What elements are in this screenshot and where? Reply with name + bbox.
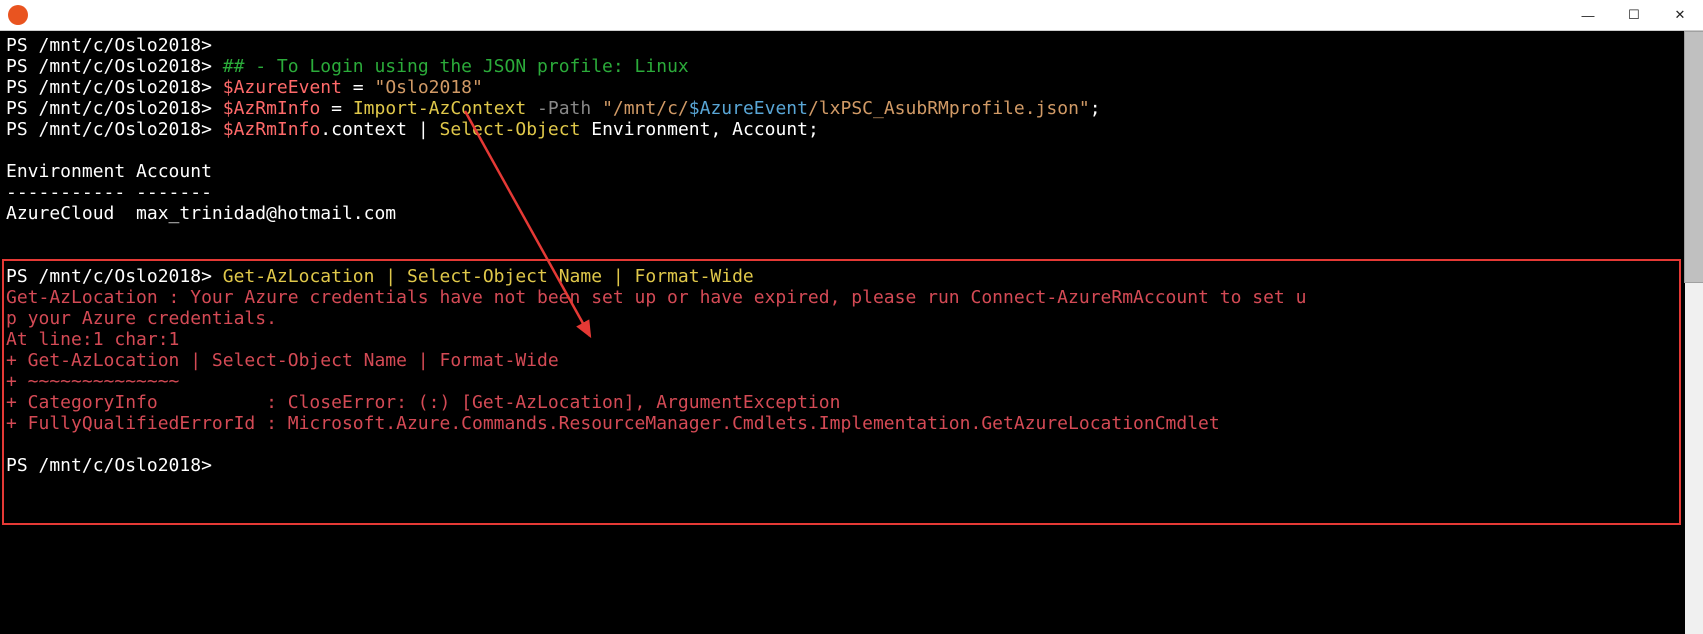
terminal-window: — ☐ ✕ PS /mnt/c/Oslo2018> PS /mnt/c/Oslo…: [0, 0, 1703, 634]
pipe: |: [418, 119, 429, 140]
variable: $AzRmInfo: [223, 119, 321, 140]
scrollbar-thumb[interactable]: [1684, 31, 1703, 283]
terminal-body[interactable]: PS /mnt/c/Oslo2018> PS /mnt/c/Oslo2018> …: [0, 31, 1703, 634]
prompt: PS /mnt/c/Oslo2018>: [6, 266, 212, 287]
variable: $AzureEvent: [223, 77, 342, 98]
table-header: Environment Account: [6, 161, 212, 182]
string: /lxPSC_AsubRMprofile.json": [808, 98, 1090, 119]
comment: ## - To Login using the JSON profile: Li…: [223, 56, 689, 77]
args: Environment, Account;: [591, 119, 819, 140]
maximize-button[interactable]: ☐: [1611, 0, 1657, 30]
terminal-output: PS /mnt/c/Oslo2018> PS /mnt/c/Oslo2018> …: [0, 31, 1703, 480]
table-row: AzureCloud max_trinidad@hotmail.com: [6, 203, 396, 224]
error-line: + CategoryInfo : CloseError: (:) [Get-Az…: [6, 392, 840, 413]
text: .context: [320, 119, 418, 140]
close-button[interactable]: ✕: [1657, 0, 1703, 30]
error-line: + FullyQualifiedErrorId : Microsoft.Azur…: [6, 413, 1220, 434]
error-line: + Get-AzLocation | Select-Object Name | …: [6, 350, 559, 371]
error-line: Get-AzLocation : Your Azure credentials …: [6, 287, 1306, 308]
string: "Oslo2018": [374, 77, 482, 98]
error-line: At line:1 char:1: [6, 329, 179, 350]
prompt: PS /mnt/c/Oslo2018>: [6, 77, 212, 98]
prompt: PS /mnt/c/Oslo2018>: [6, 455, 212, 476]
prompt: PS /mnt/c/Oslo2018>: [6, 35, 212, 56]
command: Get-AzLocation | Select-Object Name | Fo…: [223, 266, 754, 287]
minimize-button[interactable]: —: [1565, 0, 1611, 30]
scrollbar[interactable]: [1685, 31, 1703, 634]
prompt: PS /mnt/c/Oslo2018>: [6, 119, 212, 140]
table-divider: ----------- -------: [6, 182, 212, 203]
variable: $AzRmInfo: [223, 98, 321, 119]
prompt: PS /mnt/c/Oslo2018>: [6, 56, 212, 77]
text: ;: [1090, 98, 1101, 119]
parameter: -Path: [526, 98, 602, 119]
variable-in-string: $AzureEvent: [689, 98, 808, 119]
error-line: p your Azure credentials.: [6, 308, 277, 329]
cmdlet: Select-Object: [429, 119, 592, 140]
prompt: PS /mnt/c/Oslo2018>: [6, 98, 212, 119]
string: "/mnt/c/: [602, 98, 689, 119]
text: =: [342, 77, 375, 98]
text: =: [320, 98, 353, 119]
error-line: + ~~~~~~~~~~~~~~: [6, 371, 179, 392]
titlebar[interactable]: — ☐ ✕: [0, 0, 1703, 31]
ubuntu-icon: [8, 5, 28, 25]
cmdlet: Import-AzContext: [353, 98, 526, 119]
